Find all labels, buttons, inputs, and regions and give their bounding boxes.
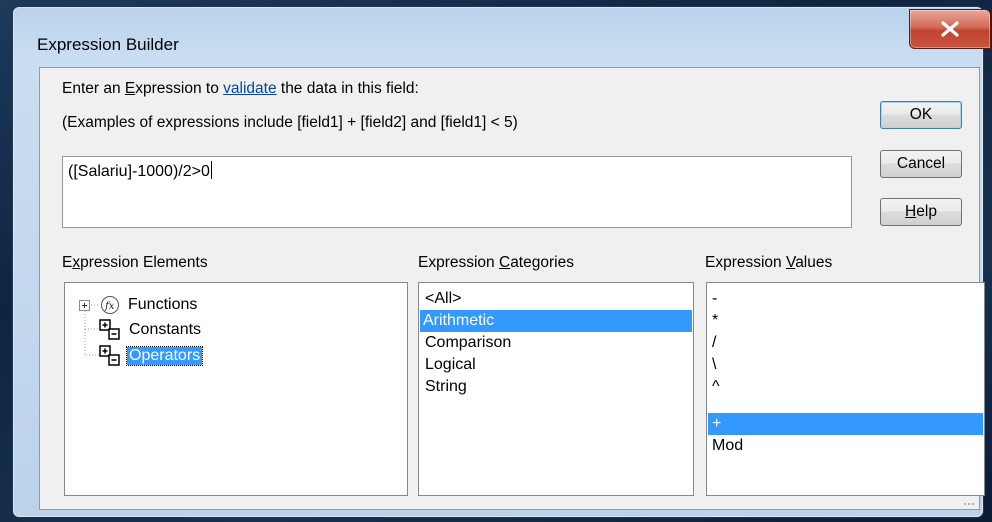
ok-button[interactable]: OK [880,101,962,129]
category-item[interactable]: String [422,376,470,398]
tree-item-functions[interactable]: fx Functions [79,294,197,316]
tree-item-label: Functions [128,296,198,313]
category-item[interactable]: Comparison [422,332,514,354]
resize-grip-icon[interactable] [963,496,975,506]
expression-categories-label: Expression Categories [418,254,574,271]
category-item[interactable]: Logical [422,354,479,376]
tree-item-label-selected: Operators [125,346,204,366]
cancel-button[interactable]: Cancel [880,150,962,178]
category-item[interactable]: <All> [422,288,464,310]
expression-input[interactable]: ([Salariu]-1000)/2>0 [62,156,852,228]
text-caret [210,161,212,179]
expression-values-list[interactable]: - * / \ ^ + Mod [706,282,985,496]
close-icon [941,21,959,37]
window-title: Expression Builder [37,35,179,54]
value-item[interactable]: * [708,310,983,332]
value-item-selected[interactable]: + [708,413,983,435]
expression-text: ([Salariu]-1000)/2>0 [68,163,210,180]
tree-item-constants[interactable]: Constants [99,319,201,341]
function-icon: fx [101,296,119,314]
help-button[interactable]: Help [880,198,962,226]
value-item[interactable]: - [708,288,983,310]
value-item[interactable]: Mod [708,435,983,457]
value-item[interactable]: / [708,332,983,354]
value-item[interactable]: ^ [708,376,983,398]
prompt-line-2: (Examples of expressions include [field1… [62,114,518,131]
dialog-body: Enter an Expression to validate the data… [39,67,985,510]
expression-elements-tree[interactable]: fx Functions Constants Operators [64,282,408,496]
validate-link[interactable]: validate [223,80,276,97]
category-item-selected[interactable]: Arithmetic [420,310,692,332]
expression-values-label: Expression Values [705,254,833,271]
expand-icon[interactable] [79,299,90,311]
operators-icon [99,345,120,366]
tree-item-label: Constants [129,321,202,338]
constants-icon [99,319,120,340]
tree-item-operators[interactable]: Operators [99,345,204,367]
expression-categories-list[interactable]: <All> Arithmetic Comparison Logical Stri… [418,282,694,496]
expression-elements-label: Expression Elements [62,254,208,271]
expression-builder-window: Expression Builder Enter an Expression t… [12,6,991,518]
close-button[interactable] [909,9,991,49]
value-item[interactable]: \ [708,354,983,376]
svg-text:fx: fx [104,301,115,312]
prompt-line-1: Enter an Expression to validate the data… [62,80,419,97]
